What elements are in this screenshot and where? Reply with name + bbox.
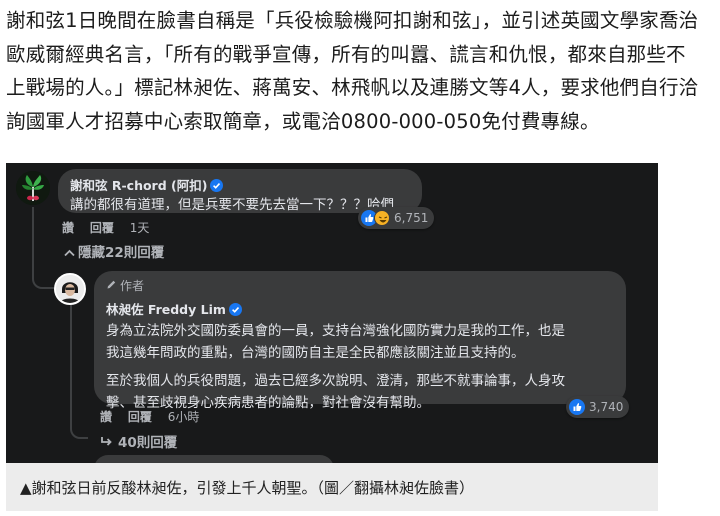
reply-line: 至於我個人的兵役問題，過去已經多次說明、澄清，那些不就事論事，人身攻 bbox=[106, 373, 565, 389]
like-button[interactable]: 讚 bbox=[62, 221, 74, 235]
article-line-4: 詢國軍人才招募中心索取簡章，或電洽0800-000-050免付費專線。 bbox=[6, 109, 600, 133]
article-line-2: 歐威爾經典名言，「所有的戰爭宣傳，所有的叫囂、謊言和仇恨，都來自那些不 bbox=[6, 42, 686, 66]
commenter-avatar[interactable] bbox=[16, 171, 50, 205]
like-button[interactable]: 讚 bbox=[100, 410, 112, 424]
plant-logo-icon bbox=[16, 171, 50, 205]
reply-author-avatar[interactable] bbox=[54, 273, 86, 305]
comment-actions-reply: 讚 回覆 6小時 bbox=[100, 408, 211, 425]
pencil-icon bbox=[106, 279, 120, 293]
reaction-count-reply-label: 3,740 bbox=[589, 400, 624, 414]
article-line-3: 上戰場的人。」標記林昶佐、蔣萬安、林飛帆以及連勝文等4人，要求他們自行洽 bbox=[6, 76, 699, 99]
comment-bubble-reply: 作者 林昶佐 Freddy Lim 身為立法院外交國防委員會的一員，支持台灣強化… bbox=[94, 271, 626, 411]
reaction-count-reply[interactable]: 3,740 bbox=[566, 396, 630, 418]
commenter-name[interactable]: 謝和弦 R-chord (阿扣) bbox=[70, 175, 410, 195]
next-comment-bubble bbox=[94, 455, 334, 463]
haha-reaction-icon bbox=[374, 210, 390, 226]
hide-replies-link[interactable]: 隱藏22則回覆 bbox=[64, 241, 164, 261]
more-replies-link[interactable]: 40則回覆 bbox=[100, 431, 177, 451]
reply-line: 身為立法院外交國防委員會的一員，支持台灣強化國防實力是我的工作，也是 bbox=[106, 323, 565, 339]
like-reaction-icon bbox=[569, 399, 585, 415]
reply-arrow-icon bbox=[100, 435, 118, 451]
facebook-comments-screenshot: 謝和弦 R-chord (阿扣) 講的都很有道理，但是兵要不要先去當一下？？？哈… bbox=[6, 163, 658, 463]
verified-badge-icon bbox=[210, 179, 224, 195]
reply-thread-connector bbox=[70, 417, 88, 439]
reply-thread-line bbox=[70, 299, 72, 429]
reply-line: 我這幾年問政的重點，台灣的國防自主是全民都應該關注並且支持的。 bbox=[106, 345, 525, 361]
image-caption: ▲謝和弦日前反酸林昶佐，引發上千人朝聖。（圖／翻攝林昶佐臉書） bbox=[6, 463, 658, 511]
verified-badge-icon bbox=[228, 303, 242, 319]
comment-time[interactable]: 6小時 bbox=[168, 410, 200, 424]
reply-paragraph-1: 身為立法院外交國防委員會的一員，支持台灣強化國防實力是我的工作，也是 我這幾年問… bbox=[106, 320, 614, 364]
comment-actions-main: 讚 回覆 1天 bbox=[62, 219, 161, 236]
portrait-icon bbox=[56, 275, 84, 303]
reply-author-name[interactable]: 林昶佐 Freddy Lim bbox=[106, 299, 614, 319]
chevron-up-icon bbox=[64, 245, 78, 261]
article-line-1: 謝和弦1日晚間在臉書自稱是「兵役檢驗機阿扣謝和弦」，並引述英國文學家喬治 bbox=[6, 9, 699, 32]
reply-button[interactable]: 回覆 bbox=[90, 221, 114, 235]
reaction-count-main-label: 6,751 bbox=[394, 211, 429, 225]
article-body: 謝和弦1日晚間在臉書自稱是「兵役檢驗機阿扣謝和弦」，並引述英國文學家喬治 歐威爾… bbox=[6, 4, 716, 138]
reply-button[interactable]: 回覆 bbox=[128, 410, 152, 424]
comment-time[interactable]: 1天 bbox=[130, 221, 150, 235]
reaction-count-main[interactable]: 6,751 bbox=[358, 207, 435, 229]
thread-line bbox=[32, 207, 34, 259]
author-tag: 作者 bbox=[106, 277, 614, 294]
